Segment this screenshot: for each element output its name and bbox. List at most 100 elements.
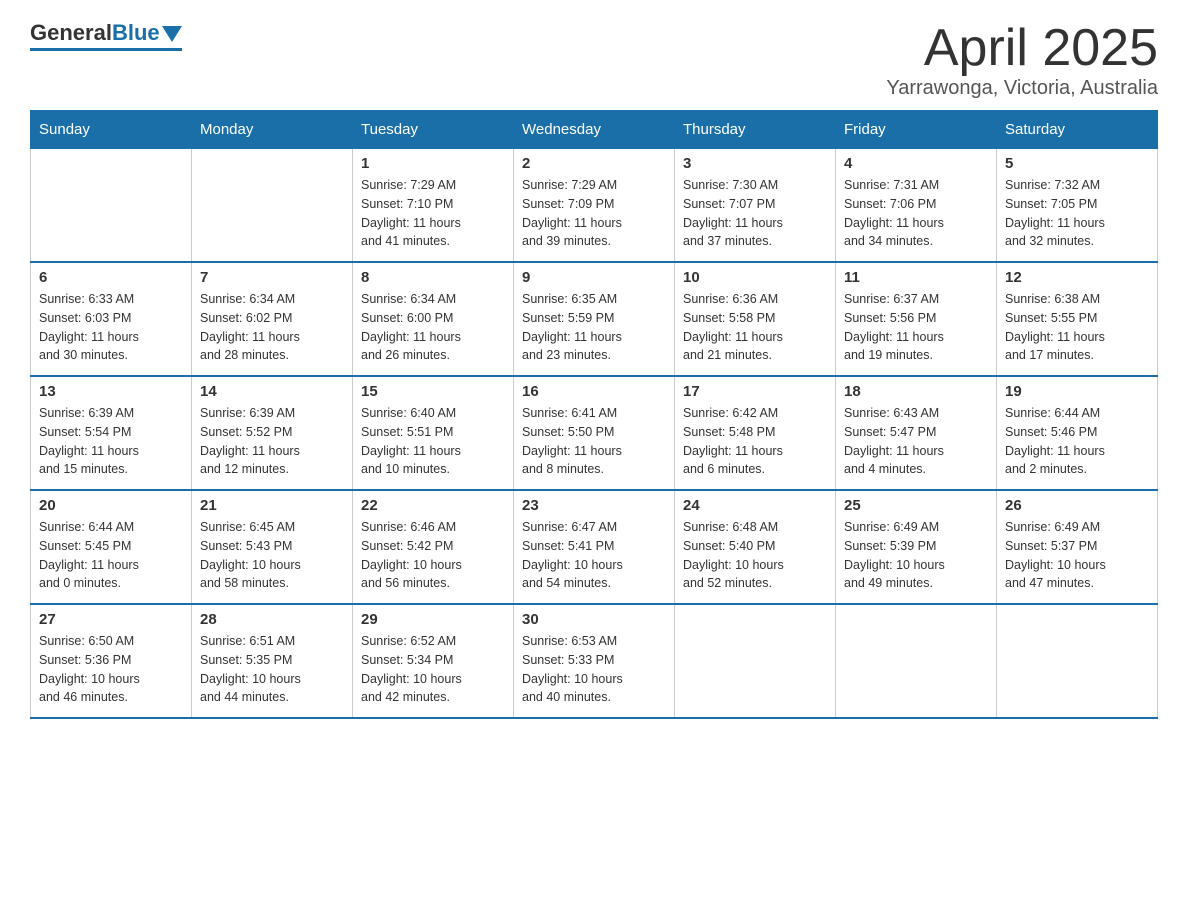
calendar-day-header: Sunday [31,111,192,149]
calendar-cell: 20Sunrise: 6:44 AMSunset: 5:45 PMDayligh… [31,490,192,604]
calendar-cell: 8Sunrise: 6:34 AMSunset: 6:00 PMDaylight… [353,262,514,376]
day-number: 17 [683,383,827,400]
day-number: 3 [683,155,827,172]
calendar-cell: 25Sunrise: 6:49 AMSunset: 5:39 PMDayligh… [836,490,997,604]
day-info: Sunrise: 6:43 AMSunset: 5:47 PMDaylight:… [844,404,988,479]
logo-text: GeneralBlue [30,20,182,46]
calendar-cell: 26 Sunrise: 6:49 AMSunset: 5:37 PMDayligh… [997,490,1158,604]
calendar-day-header: Friday [836,111,997,149]
day-number: 26 [1005,497,1149,514]
day-number: 14 [200,383,344,400]
day-info: Sunrise: 6:51 AMSunset: 5:35 PMDaylight:… [200,632,344,707]
calendar-header-row: SundayMondayTuesdayWednesdayThursdayFrid… [31,111,1158,149]
calendar-cell: 29 Sunrise: 6:52 AMSunset: 5:34 PMDayligh… [353,604,514,718]
day-info: Sunrise: 6:52 AMSunset: 5:34 PMDaylight:… [361,632,505,707]
calendar-week-row: 13 Sunrise: 6:39 AMSunset: 5:54 PMDayligh… [31,376,1158,490]
calendar-cell: 30 Sunrise: 6:53 AMSunset: 5:33 PMDayligh… [514,604,675,718]
day-info: Sunrise: 6:44 AMSunset: 5:46 PMDaylight:… [1005,404,1149,479]
day-info: Sunrise: 6:40 AMSunset: 5:51 PMDaylight:… [361,404,505,479]
day-info: Sunrise: 6:41 AMSunset: 5:50 PMDaylight:… [522,404,666,479]
calendar-cell: 14Sunrise: 6:39 AMSunset: 5:52 PMDayligh… [192,376,353,490]
calendar-cell: 1Sunrise: 7:29 AMSunset: 7:10 PMDaylight… [353,149,514,263]
calendar-cell [836,604,997,718]
calendar-day-header: Saturday [997,111,1158,149]
calendar-week-row: 1Sunrise: 7:29 AMSunset: 7:10 PMDaylight… [31,149,1158,263]
day-number: 9 [522,269,666,286]
calendar-cell: 15 Sunrise: 6:40 AMSunset: 5:51 PMDayligh… [353,376,514,490]
calendar-week-row: 20Sunrise: 6:44 AMSunset: 5:45 PMDayligh… [31,490,1158,604]
day-number: 19 [1005,383,1149,400]
calendar-cell: 3 Sunrise: 7:30 AMSunset: 7:07 PMDaylight… [675,149,836,263]
calendar-cell: 13 Sunrise: 6:39 AMSunset: 5:54 PMDayligh… [31,376,192,490]
day-info: Sunrise: 6:38 AMSunset: 5:55 PMDaylight:… [1005,290,1149,365]
day-info: Sunrise: 6:50 AMSunset: 5:36 PMDaylight:… [39,632,183,707]
day-number: 25 [844,497,988,514]
logo: GeneralBlue [30,20,182,51]
calendar-table: SundayMondayTuesdayWednesdayThursdayFrid… [30,110,1158,719]
day-info: Sunrise: 6:46 AMSunset: 5:42 PMDaylight:… [361,518,505,593]
day-info: Sunrise: 6:34 AMSunset: 6:00 PMDaylight:… [361,290,505,365]
calendar-day-header: Monday [192,111,353,149]
calendar-cell: 19 Sunrise: 6:44 AMSunset: 5:46 PMDayligh… [997,376,1158,490]
calendar-cell: 2Sunrise: 7:29 AMSunset: 7:09 PMDaylight… [514,149,675,263]
logo-general: General [30,20,112,46]
day-number: 24 [683,497,827,514]
page-title: April 2025 [886,20,1158,77]
day-number: 5 [1005,155,1149,172]
day-info: Sunrise: 7:31 AMSunset: 7:06 PMDaylight:… [844,176,988,251]
day-info: Sunrise: 6:36 AMSunset: 5:58 PMDaylight:… [683,290,827,365]
day-number: 2 [522,155,666,172]
day-info: Sunrise: 6:45 AMSunset: 5:43 PMDaylight:… [200,518,344,593]
day-number: 30 [522,611,666,628]
calendar-cell: 11Sunrise: 6:37 AMSunset: 5:56 PMDayligh… [836,262,997,376]
day-info: Sunrise: 6:39 AMSunset: 5:54 PMDaylight:… [39,404,183,479]
logo-underline [30,48,182,51]
calendar-cell: 22Sunrise: 6:46 AMSunset: 5:42 PMDayligh… [353,490,514,604]
calendar-body: 1Sunrise: 7:29 AMSunset: 7:10 PMDaylight… [31,149,1158,719]
day-info: Sunrise: 6:42 AMSunset: 5:48 PMDaylight:… [683,404,827,479]
calendar-week-row: 27 Sunrise: 6:50 AMSunset: 5:36 PMDayligh… [31,604,1158,718]
day-info: Sunrise: 6:47 AMSunset: 5:41 PMDaylight:… [522,518,666,593]
day-number: 1 [361,155,505,172]
calendar-cell: 28 Sunrise: 6:51 AMSunset: 5:35 PMDayligh… [192,604,353,718]
calendar-cell: 4 Sunrise: 7:31 AMSunset: 7:06 PMDaylight… [836,149,997,263]
day-number: 11 [844,269,988,286]
day-info: Sunrise: 6:53 AMSunset: 5:33 PMDaylight:… [522,632,666,707]
day-number: 13 [39,383,183,400]
calendar-cell: 12Sunrise: 6:38 AMSunset: 5:55 PMDayligh… [997,262,1158,376]
day-number: 6 [39,269,183,286]
calendar-cell: 16 Sunrise: 6:41 AMSunset: 5:50 PMDayligh… [514,376,675,490]
title-block: April 2025 Yarrawonga, Victoria, Austral… [886,20,1158,100]
calendar-cell [675,604,836,718]
day-info: Sunrise: 6:33 AMSunset: 6:03 PMDaylight:… [39,290,183,365]
calendar-cell [31,149,192,263]
day-info: Sunrise: 6:35 AMSunset: 5:59 PMDaylight:… [522,290,666,365]
day-info: Sunrise: 6:44 AMSunset: 5:45 PMDaylight:… [39,518,183,593]
day-info: Sunrise: 6:48 AMSunset: 5:40 PMDaylight:… [683,518,827,593]
calendar-cell: 17 Sunrise: 6:42 AMSunset: 5:48 PMDayligh… [675,376,836,490]
calendar-cell: 24 Sunrise: 6:48 AMSunset: 5:40 PMDayligh… [675,490,836,604]
day-number: 16 [522,383,666,400]
calendar-day-header: Thursday [675,111,836,149]
day-number: 7 [200,269,344,286]
calendar-week-row: 6 Sunrise: 6:33 AMSunset: 6:03 PMDaylight… [31,262,1158,376]
day-info: Sunrise: 6:49 AMSunset: 5:37 PMDaylight:… [1005,518,1149,593]
page-header: GeneralBlue April 2025 Yarrawonga, Victo… [30,20,1158,100]
calendar-cell: 6 Sunrise: 6:33 AMSunset: 6:03 PMDaylight… [31,262,192,376]
calendar-header: SundayMondayTuesdayWednesdayThursdayFrid… [31,111,1158,149]
calendar-cell: 7Sunrise: 6:34 AMSunset: 6:02 PMDaylight… [192,262,353,376]
day-number: 15 [361,383,505,400]
calendar-cell: 10 Sunrise: 6:36 AMSunset: 5:58 PMDayligh… [675,262,836,376]
day-number: 18 [844,383,988,400]
calendar-day-header: Wednesday [514,111,675,149]
day-number: 28 [200,611,344,628]
calendar-day-header: Tuesday [353,111,514,149]
calendar-cell: 23Sunrise: 6:47 AMSunset: 5:41 PMDayligh… [514,490,675,604]
day-number: 10 [683,269,827,286]
day-info: Sunrise: 7:30 AMSunset: 7:07 PMDaylight:… [683,176,827,251]
day-number: 29 [361,611,505,628]
day-number: 4 [844,155,988,172]
day-number: 21 [200,497,344,514]
day-number: 27 [39,611,183,628]
calendar-cell: 27 Sunrise: 6:50 AMSunset: 5:36 PMDayligh… [31,604,192,718]
